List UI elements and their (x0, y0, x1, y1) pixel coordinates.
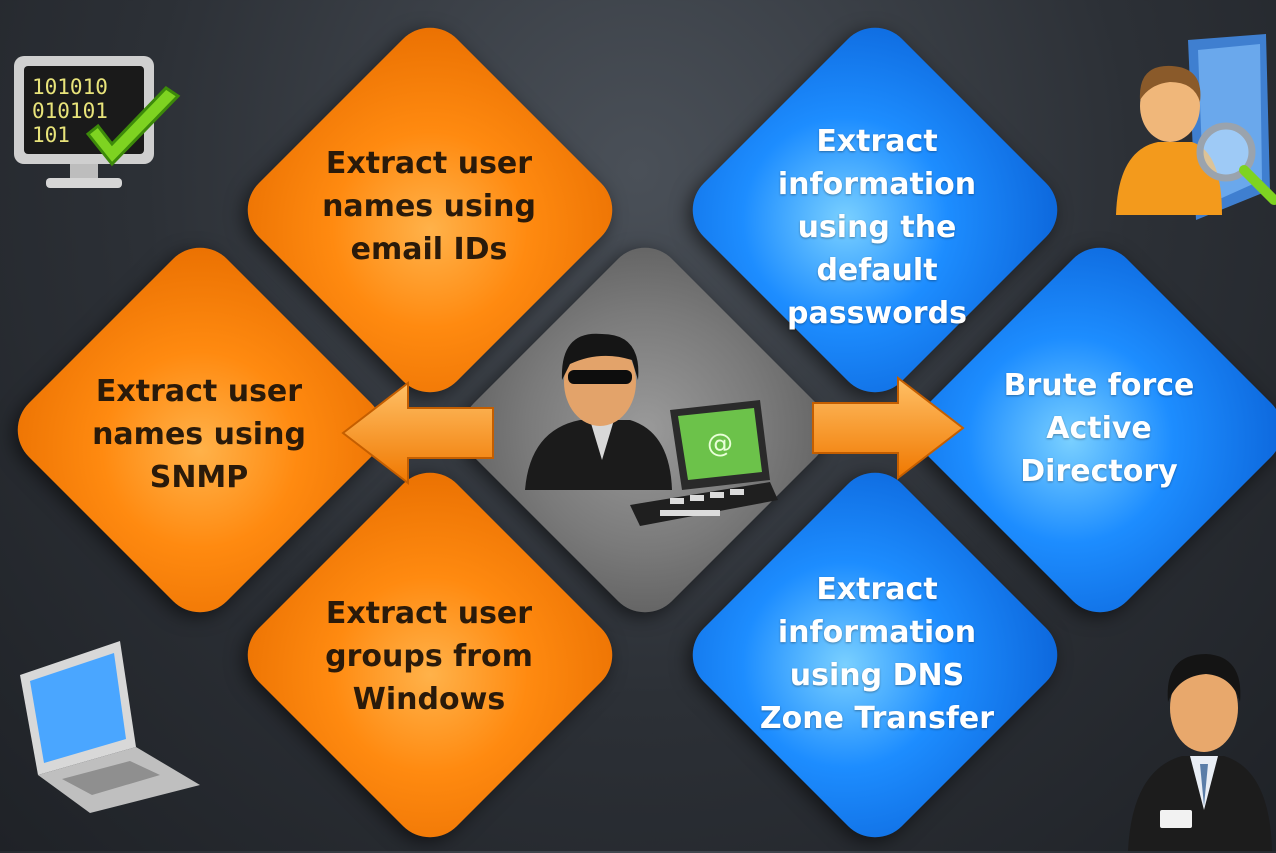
user-search-folder-icon (1116, 34, 1276, 220)
monitor-line-2: 010101 (32, 99, 108, 123)
laptop-icon (20, 641, 200, 813)
arrow-right-icon (812, 375, 965, 481)
label-bottom-left: Extract user groups from Windows (325, 596, 533, 717)
label-top-right: Extract information using the default pa… (777, 124, 977, 331)
laptop-screen-symbol: @ (707, 429, 733, 459)
hacker-laptop-icon: @ (525, 333, 778, 526)
monitor-check-icon: 101010 010101 101 (14, 56, 181, 188)
label-bottom-right: Extract information using DNS Zone Trans… (759, 572, 995, 736)
arrow-left-icon (341, 380, 494, 486)
enumeration-diagram: Extract user names using email IDs Extra… (0, 0, 1276, 853)
label-top-left: Extract user names using email IDs (322, 146, 536, 267)
businessman-icon (1128, 654, 1272, 851)
label-right: Brute force Active Directory (1003, 368, 1195, 489)
label-left: Extract user names using SNMP (92, 374, 306, 495)
monitor-line-3: 101 (32, 123, 70, 147)
monitor-line-1: 101010 (32, 75, 108, 99)
